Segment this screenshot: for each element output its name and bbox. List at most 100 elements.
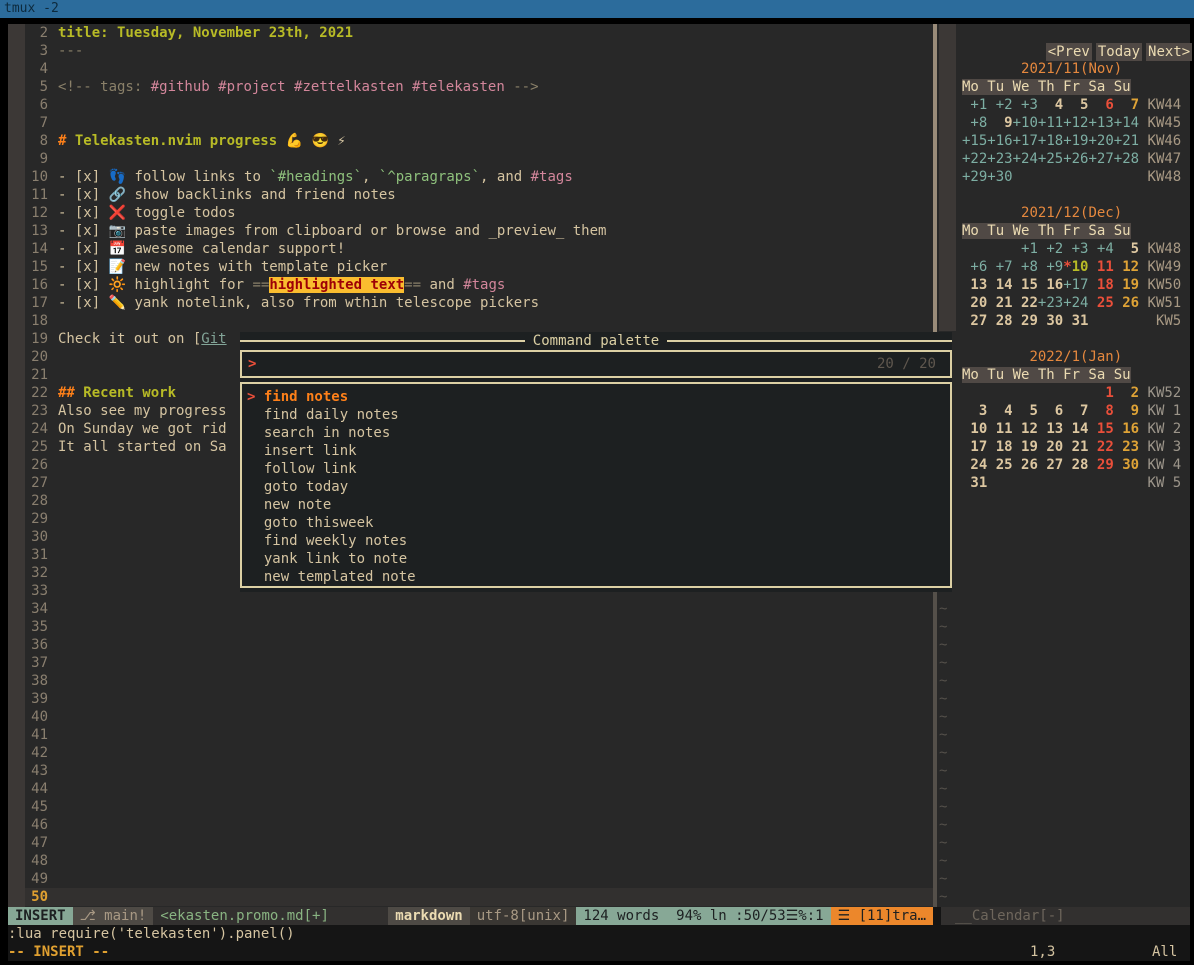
editor-line[interactable]: 12- [x] ❌ toggle todos bbox=[25, 204, 933, 222]
calendar-day[interactable]: +29 bbox=[962, 169, 987, 185]
calendar-day[interactable]: 23 bbox=[1114, 439, 1139, 455]
calendar-day[interactable]: 26 bbox=[1114, 295, 1139, 311]
editor-line[interactable]: 2title: Tuesday, November 23th, 2021 bbox=[25, 24, 933, 42]
calendar-day[interactable]: +12 bbox=[1063, 115, 1088, 131]
editor-line[interactable]: 49 bbox=[25, 870, 933, 888]
calendar-day[interactable]: 30 bbox=[1038, 313, 1063, 329]
calendar-day[interactable]: 18 bbox=[987, 439, 1012, 455]
calendar-day[interactable]: 8 bbox=[1088, 403, 1113, 419]
calendar-day[interactable]: 26 bbox=[1013, 457, 1038, 473]
editor-line[interactable]: 18 bbox=[25, 312, 933, 330]
calendar-day[interactable]: 5 bbox=[1013, 403, 1038, 419]
calendar-day[interactable]: 5 bbox=[1114, 241, 1139, 257]
palette-item[interactable]: new templated note bbox=[242, 568, 950, 586]
palette-item[interactable]: goto today bbox=[242, 478, 950, 496]
editor-line[interactable]: 34 bbox=[25, 600, 933, 618]
calendar-day[interactable]: +20 bbox=[1088, 133, 1113, 149]
calendar-day[interactable]: 30 bbox=[1114, 457, 1139, 473]
calendar-day[interactable]: 6 bbox=[1038, 403, 1063, 419]
calendar-day[interactable]: 12 bbox=[1013, 421, 1038, 437]
calendar-day[interactable]: 20 bbox=[962, 295, 987, 311]
calendar-day[interactable]: 2 bbox=[1114, 385, 1139, 401]
editor-line[interactable]: 11- [x] 🔗 show backlinks and friend note… bbox=[25, 186, 933, 204]
palette-item[interactable]: new note bbox=[242, 496, 950, 514]
calendar-day[interactable]: 16 bbox=[1114, 421, 1139, 437]
editor-line[interactable]: 40 bbox=[25, 708, 933, 726]
editor-line[interactable]: 43 bbox=[25, 762, 933, 780]
calendar-day[interactable]: 7 bbox=[1063, 403, 1088, 419]
calendar-day[interactable]: 10 bbox=[1072, 259, 1089, 275]
editor-line[interactable]: 47 bbox=[25, 834, 933, 852]
calendar-day[interactable]: 10 bbox=[962, 421, 987, 437]
palette-item[interactable]: find weekly notes bbox=[242, 532, 950, 550]
calendar-day[interactable]: 4 bbox=[987, 403, 1012, 419]
vim-command-line[interactable]: :lua require('telekasten').panel() bbox=[8, 925, 1190, 943]
calendar-day[interactable]: +13 bbox=[1088, 115, 1113, 131]
calendar-day[interactable]: 15 bbox=[1013, 277, 1038, 293]
calendar-day[interactable]: 25 bbox=[1088, 295, 1113, 311]
calendar-day[interactable]: 5 bbox=[1063, 97, 1088, 113]
editor-line[interactable]: 50 bbox=[25, 888, 933, 906]
calendar-day[interactable]: +14 bbox=[1114, 115, 1139, 131]
calendar-day[interactable]: +26 bbox=[1063, 151, 1088, 167]
calendar-day[interactable]: +2 bbox=[1038, 241, 1063, 257]
palette-item[interactable]: search in notes bbox=[242, 424, 950, 442]
editor-line[interactable]: 5<!-- tags: #github #project #zettelkast… bbox=[25, 78, 933, 96]
calendar-day[interactable]: +3 bbox=[1013, 97, 1038, 113]
editor-line[interactable]: 13- [x] 📷 paste images from clipboard or… bbox=[25, 222, 933, 240]
calendar-day[interactable]: +22 bbox=[962, 151, 987, 167]
editor-line[interactable]: 16- [x] 🔆 highlight for ==highlighted te… bbox=[25, 276, 933, 294]
calendar-day[interactable]: 24 bbox=[962, 457, 987, 473]
calendar-scrollbar-thumb[interactable] bbox=[939, 24, 956, 331]
calendar-day[interactable]: 29 bbox=[1088, 457, 1113, 473]
calendar-day[interactable]: +16 bbox=[987, 133, 1012, 149]
editor-line[interactable]: 37 bbox=[25, 654, 933, 672]
calendar-day[interactable]: 13 bbox=[1038, 421, 1063, 437]
calendar-day[interactable]: +8 bbox=[1013, 259, 1038, 275]
calendar-day[interactable]: 22 bbox=[1013, 295, 1038, 311]
calendar-day[interactable]: +6 bbox=[962, 259, 987, 275]
palette-item[interactable]: yank link to note bbox=[242, 550, 950, 568]
editor-line[interactable]: 39 bbox=[25, 690, 933, 708]
calendar-day[interactable]: +17 bbox=[1063, 277, 1088, 293]
calendar-day[interactable]: 13 bbox=[962, 277, 987, 293]
calendar-day[interactable]: 19 bbox=[1013, 439, 1038, 455]
editor-line[interactable]: 41 bbox=[25, 726, 933, 744]
calendar-day[interactable]: 29 bbox=[1013, 313, 1038, 329]
calendar-day[interactable]: 27 bbox=[962, 313, 987, 329]
left-scrollbar[interactable] bbox=[8, 24, 25, 907]
calendar-day[interactable]: 14 bbox=[987, 277, 1012, 293]
calendar-day[interactable]: 22 bbox=[1088, 439, 1113, 455]
palette-item[interactable]: goto thisweek bbox=[242, 514, 950, 532]
calendar-day[interactable]: +23 bbox=[1038, 295, 1063, 311]
palette-item[interactable]: find daily notes bbox=[242, 406, 950, 424]
calendar-day[interactable]: 1 bbox=[1088, 385, 1113, 401]
editor-line[interactable]: 10- [x] 👣 follow links to `#headings`, `… bbox=[25, 168, 933, 186]
calendar-day[interactable]: 21 bbox=[1063, 439, 1088, 455]
editor-line[interactable]: 38 bbox=[25, 672, 933, 690]
palette-item[interactable]: follow link bbox=[242, 460, 950, 478]
buffer-tab-segment[interactable]: ☰ [11]tra… bbox=[831, 907, 933, 925]
calendar-day[interactable]: +3 bbox=[1063, 241, 1088, 257]
calendar-day[interactable]: +1 bbox=[1013, 241, 1038, 257]
editor-line[interactable]: 8# Telekasten.nvim progress 💪 😎 ⚡ bbox=[25, 132, 933, 150]
editor-line[interactable]: 44 bbox=[25, 780, 933, 798]
calendar-day[interactable]: +23 bbox=[987, 151, 1012, 167]
calendar-day[interactable]: +18 bbox=[1038, 133, 1063, 149]
calendar-day[interactable]: 3 bbox=[962, 403, 987, 419]
editor-line[interactable]: 17- [x] ✏️ yank notelink, also from wthi… bbox=[25, 294, 933, 312]
calendar-day[interactable]: +2 bbox=[987, 97, 1012, 113]
calendar-day[interactable]: 16 bbox=[1038, 277, 1063, 293]
calendar-day[interactable]: +9 bbox=[1038, 259, 1063, 275]
editor-line[interactable]: 36 bbox=[25, 636, 933, 654]
calendar-day[interactable]: 17 bbox=[962, 439, 987, 455]
calendar-day[interactable]: +24 bbox=[1013, 151, 1038, 167]
calendar-day[interactable]: +4 bbox=[1088, 241, 1113, 257]
calendar-day[interactable]: +11 bbox=[1038, 115, 1063, 131]
calendar-day[interactable]: +1 bbox=[962, 97, 987, 113]
editor-line[interactable]: 4 bbox=[25, 60, 933, 78]
calendar-day[interactable]: 12 bbox=[1114, 259, 1139, 275]
calendar-day[interactable]: 25 bbox=[987, 457, 1012, 473]
editor-line[interactable]: 14- [x] 📅 awesome calendar support! bbox=[25, 240, 933, 258]
calendar-day[interactable]: 14 bbox=[1063, 421, 1088, 437]
